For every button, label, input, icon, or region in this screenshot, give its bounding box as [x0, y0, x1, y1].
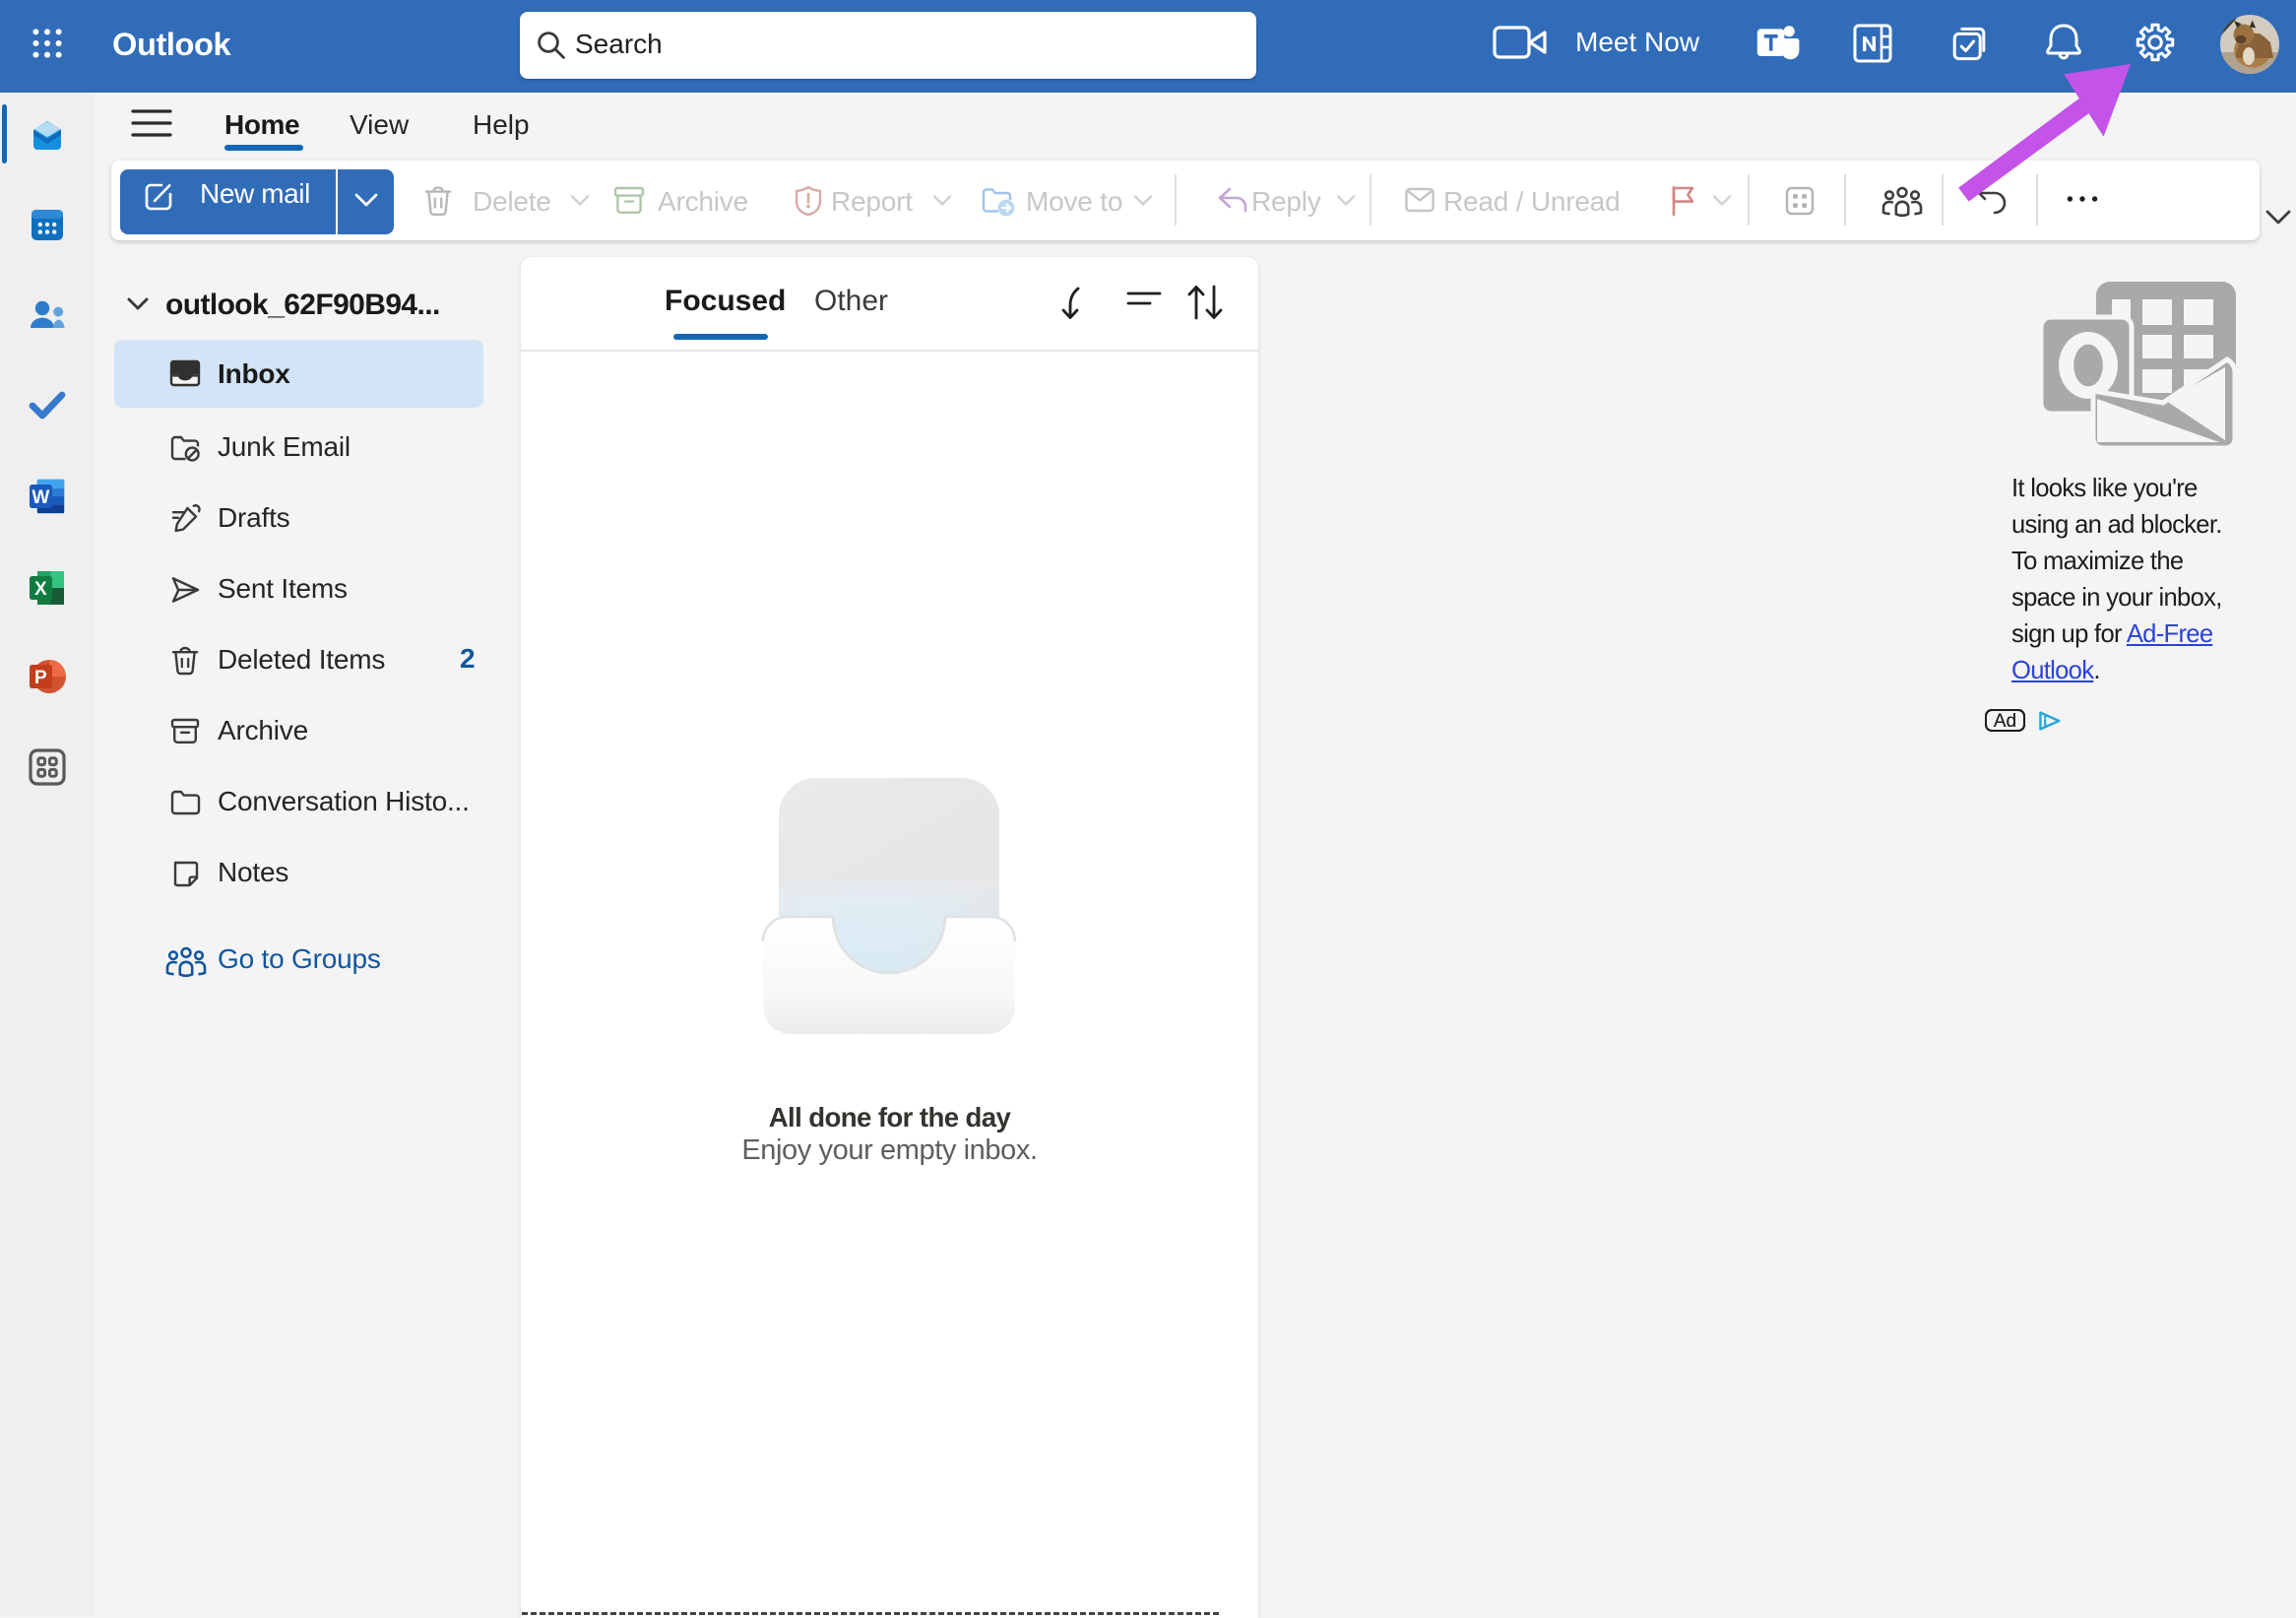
- svg-text:W: W: [32, 487, 49, 508]
- svg-text:X: X: [34, 579, 47, 600]
- svg-text:P: P: [34, 668, 47, 688]
